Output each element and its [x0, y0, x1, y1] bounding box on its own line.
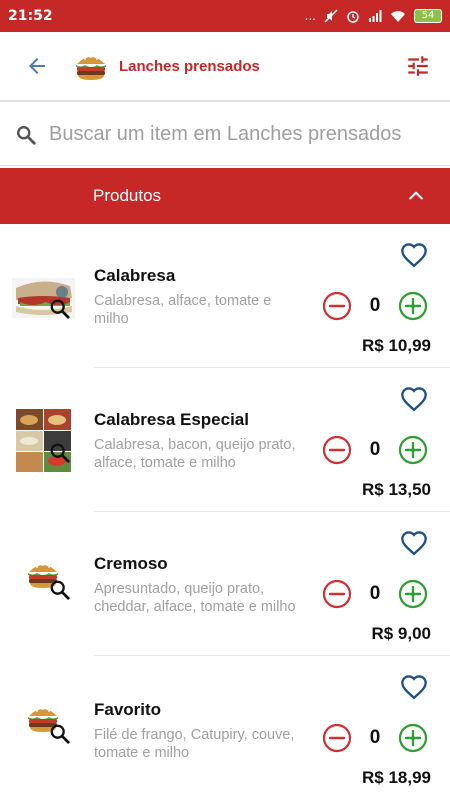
- product-image[interactable]: [12, 552, 75, 615]
- product-description: Apresuntado, queijo prato, cheddar, alfa…: [94, 581, 296, 615]
- product-price: R$ 9,00: [371, 624, 431, 643]
- section-title: Produtos: [93, 186, 162, 205]
- product-name: Calabresa Especial: [94, 410, 249, 429]
- product-item: Favorito Filé de frango, Catupiry, couve…: [0, 656, 450, 800]
- product-image[interactable]: [12, 270, 75, 320]
- arrow-left-icon: [29, 58, 45, 74]
- category-image: [73, 48, 109, 84]
- chevron-up-icon[interactable]: [406, 186, 426, 206]
- back-button[interactable]: [15, 44, 59, 88]
- heart-icon[interactable]: [400, 386, 428, 414]
- quantity-value: 0: [369, 583, 381, 604]
- product-price: R$ 18,99: [362, 768, 431, 787]
- status-bar: 21:52 ... 54: [0, 0, 450, 32]
- product-description: Filé de frango, Catupiry, couve, tomate …: [94, 727, 295, 761]
- zoom-icon: [50, 443, 70, 463]
- product-name: Favorito: [94, 700, 162, 719]
- zoom-icon: [50, 299, 70, 319]
- product-item: Calabresa Calabresa, alface, tomate e mi…: [0, 224, 450, 368]
- heart-icon[interactable]: [400, 674, 428, 702]
- minus-button[interactable]: [322, 723, 352, 753]
- product-price: R$ 10,99: [362, 336, 431, 355]
- plus-button[interactable]: [398, 291, 428, 321]
- product-name: Cremoso: [94, 554, 168, 573]
- quantity-stepper: 0: [322, 434, 428, 466]
- search-icon: [17, 125, 36, 145]
- product-description: Calabresa, bacon, queijo prato, alface, …: [94, 437, 296, 471]
- product-name: Calabresa: [94, 266, 176, 285]
- quantity-stepper: 0: [322, 578, 428, 610]
- filter-button[interactable]: [400, 48, 436, 84]
- alarm-icon: [347, 11, 359, 23]
- status-icons: ... 54: [305, 9, 442, 23]
- wifi-icon: [391, 11, 405, 22]
- search-bar: [0, 104, 450, 166]
- heart-icon[interactable]: [400, 242, 428, 270]
- signal-icon: [369, 10, 382, 22]
- quantity-value: 0: [369, 439, 381, 460]
- product-item: Calabresa Especial Calabresa, bacon, que…: [0, 368, 450, 512]
- quantity-value: 0: [369, 295, 381, 316]
- battery-icon: 54: [414, 9, 442, 23]
- burger-icon: [76, 56, 106, 80]
- app-bar: Lanches prensados: [0, 32, 450, 102]
- page-title: Lanches prensados: [119, 57, 260, 75]
- minus-button[interactable]: [322, 291, 352, 321]
- section-header-produtos[interactable]: Produtos: [0, 168, 450, 224]
- sliders-icon: [408, 56, 428, 76]
- product-image[interactable]: [12, 696, 75, 759]
- plus-button[interactable]: [398, 723, 428, 753]
- product-list: Calabresa Calabresa, alface, tomate e mi…: [0, 224, 450, 800]
- product-image[interactable]: [12, 409, 75, 472]
- quantity-stepper: 0: [322, 290, 428, 322]
- plus-button[interactable]: [398, 579, 428, 609]
- quantity-stepper: 0: [322, 722, 428, 754]
- product-price: R$ 13,50: [362, 480, 431, 499]
- product-description: Calabresa, alface, tomate e milho: [94, 293, 272, 327]
- search-input[interactable]: [49, 123, 439, 146]
- status-time: 21:52: [8, 8, 53, 24]
- plus-button[interactable]: [398, 435, 428, 465]
- minus-button[interactable]: [322, 435, 352, 465]
- overflow-dots: ...: [304, 9, 316, 23]
- product-item: Cremoso Apresuntado, queijo prato, chedd…: [0, 512, 450, 656]
- heart-icon[interactable]: [400, 530, 428, 558]
- zoom-icon: [50, 724, 70, 744]
- mute-icon: [324, 9, 338, 23]
- zoom-icon: [50, 580, 70, 600]
- quantity-value: 0: [369, 727, 381, 748]
- minus-button[interactable]: [322, 579, 352, 609]
